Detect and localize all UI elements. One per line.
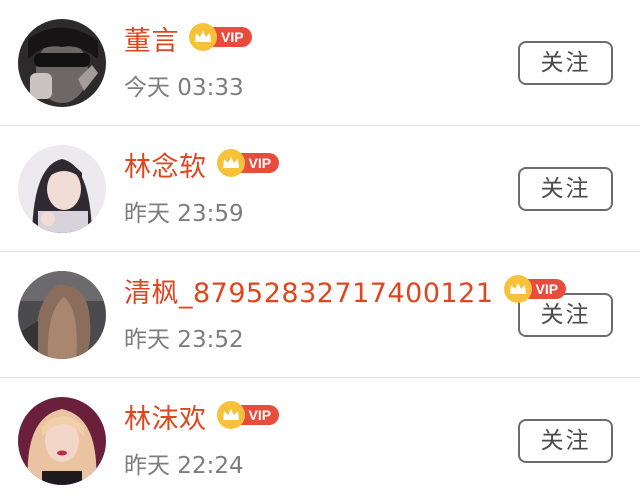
follow-time: 今天 03:33 [124, 75, 244, 101]
list-item[interactable]: 董言 VIP 今天 03:33 关注 [0, 0, 640, 126]
list-item[interactable]: 林沫欢 VIP 昨天 22:24 关注 [0, 378, 640, 504]
crown-icon [216, 149, 245, 177]
name-line: 林沫欢 VIP [124, 401, 280, 438]
name-line: 林念软 VIP [124, 149, 280, 186]
follow-time: 昨天 23:52 [124, 327, 244, 353]
crown-icon [503, 275, 532, 303]
vip-badge: VIP [503, 275, 567, 303]
avatar-photo-long-hair [18, 271, 106, 359]
list-item[interactable]: 清枫_87952832717400121 VIP 昨天 23:52 关注 [0, 252, 640, 378]
follow-button[interactable]: 关注 [518, 293, 613, 337]
crown-icon [216, 401, 245, 429]
list-item[interactable]: 林念软 VIP 昨天 23:59 关注 [0, 126, 640, 252]
vip-badge: VIP [216, 149, 280, 177]
follower-list: 董言 VIP 今天 03:33 关注 林念软 VIP 昨天 23:59 关注 清… [0, 0, 640, 501]
follow-button[interactable]: 关注 [518, 41, 613, 85]
avatar[interactable] [18, 397, 106, 485]
username[interactable]: 清枫_87952832717400121 [124, 276, 494, 312]
avatar-photo-sunglasses [18, 19, 106, 107]
follow-button[interactable]: 关注 [518, 419, 613, 463]
username[interactable]: 林沫欢 [124, 402, 207, 438]
avatar-photo-blonde [18, 397, 106, 485]
vip-badge: VIP [189, 23, 252, 51]
avatar-photo-girl [18, 145, 106, 233]
avatar[interactable] [18, 19, 106, 107]
follow-button[interactable]: 关注 [518, 167, 613, 211]
vip-badge: VIP [216, 401, 280, 429]
name-line: 清枫_87952832717400121 VIP [124, 275, 567, 312]
name-line: 董言 VIP [124, 23, 252, 60]
follow-time: 昨天 22:24 [124, 453, 244, 479]
avatar[interactable] [18, 145, 106, 233]
username[interactable]: 董言 [124, 24, 179, 60]
follow-time: 昨天 23:59 [124, 201, 244, 227]
crown-icon [189, 23, 217, 51]
avatar[interactable] [18, 271, 106, 359]
username[interactable]: 林念软 [124, 150, 207, 186]
